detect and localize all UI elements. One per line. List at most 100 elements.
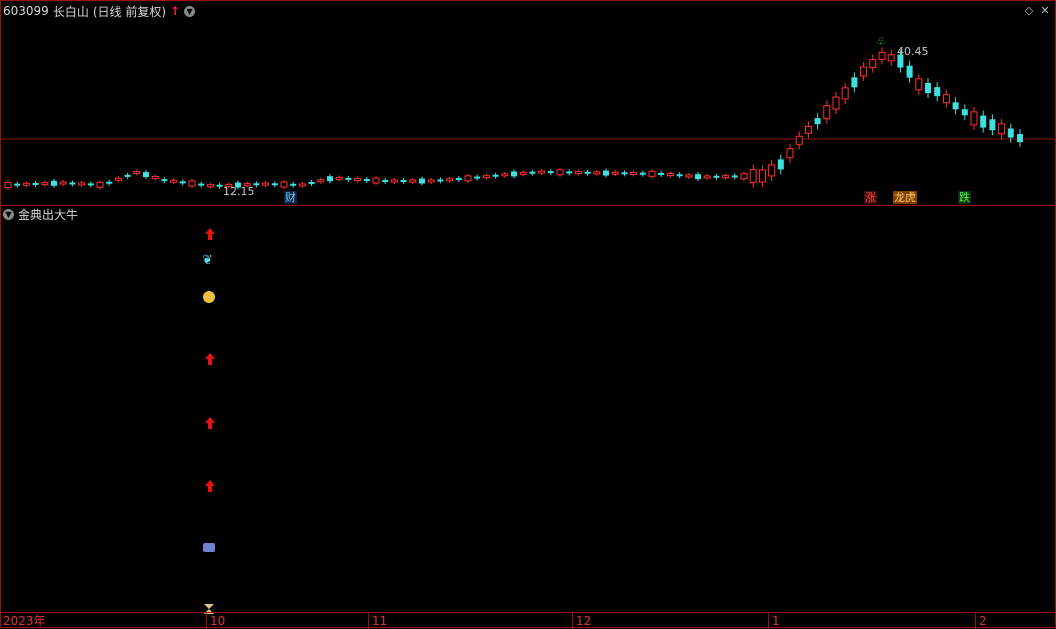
up-arrow-icon <box>205 480 215 492</box>
kline-chart: ❦♧ <box>0 35 1056 614</box>
candle-body <box>731 175 738 178</box>
candle-body <box>419 178 425 184</box>
up-arrow-icon <box>205 417 215 429</box>
candle-body <box>925 83 931 93</box>
candle-body <box>290 183 297 186</box>
candle-body <box>363 179 370 182</box>
candle-body <box>446 178 454 182</box>
candle-body <box>777 159 784 170</box>
candle-body <box>400 180 407 182</box>
candle-body <box>869 59 877 69</box>
candle-body <box>59 181 67 185</box>
candle-body <box>51 180 57 186</box>
axis-label-12: 12 <box>572 613 591 629</box>
candle-body <box>317 179 325 183</box>
candle-body <box>666 173 674 177</box>
candle-body <box>593 171 601 175</box>
candle-body <box>648 170 656 177</box>
candle-body <box>78 182 86 186</box>
candle-body <box>382 180 389 182</box>
candle-body <box>942 94 950 104</box>
candle-body <box>492 174 499 177</box>
candle-body <box>511 171 517 177</box>
candle-body <box>749 169 757 184</box>
candle-body <box>630 172 638 176</box>
candle-body <box>970 111 978 126</box>
candle-body <box>69 182 76 185</box>
candle-body <box>980 115 987 128</box>
signal-icon: ♧ <box>876 35 886 48</box>
candle-body <box>758 169 766 183</box>
up-arrow-icon <box>205 228 215 240</box>
candle-body <box>335 176 343 180</box>
candle-body <box>427 179 435 183</box>
candle-body <box>621 172 628 175</box>
candle-body <box>989 119 996 131</box>
candle-body <box>703 175 711 179</box>
candle-body <box>878 51 886 60</box>
cup-icon <box>203 543 215 552</box>
candle-body <box>529 171 536 174</box>
candle-body <box>87 183 94 186</box>
candle-body <box>998 123 1006 135</box>
event-die[interactable]: 跌 <box>958 191 971 204</box>
up-arrow-icon <box>205 353 215 365</box>
candle-body <box>170 179 178 183</box>
candle-body <box>740 173 748 180</box>
candle-body <box>538 170 546 174</box>
butterfly-icon: ❦ <box>202 253 213 268</box>
candle-body <box>823 105 831 120</box>
candle-body <box>464 175 472 182</box>
candle-body <box>915 78 923 91</box>
candle-body <box>851 77 858 88</box>
candle-body <box>584 171 591 174</box>
candle-body <box>188 180 196 187</box>
candle-body <box>658 172 665 175</box>
axis-label-10: 10 <box>206 613 225 629</box>
candle-body <box>354 177 362 181</box>
time-axis: 2023年 10 11 12 1 2 <box>0 612 1056 629</box>
candle-body <box>372 177 380 184</box>
candle-body <box>22 182 30 186</box>
candle-body <box>722 175 730 179</box>
candle-body <box>860 66 868 77</box>
candle-body <box>676 174 683 177</box>
candle-body <box>934 87 941 97</box>
candle-body <box>566 171 573 174</box>
candle-body <box>804 125 812 134</box>
candle-body <box>4 182 12 188</box>
axis-label-2023: 2023年 <box>3 614 46 628</box>
candle-body <box>14 183 21 186</box>
chevron-down-icon[interactable]: ▼ <box>3 208 14 220</box>
event-zhang[interactable]: 涨 <box>864 191 877 204</box>
candle-body <box>280 181 288 188</box>
candle-body <box>455 178 462 181</box>
candle-body <box>961 109 968 116</box>
indicator-name[interactable]: 金典出大牛 <box>18 206 78 223</box>
event-cai[interactable]: 财 <box>284 191 297 204</box>
candle-body <box>814 118 821 125</box>
candle-body <box>298 183 306 187</box>
candle-body <box>143 172 149 178</box>
candle-body <box>832 96 840 110</box>
event-longhu[interactable]: 龙虎 <box>893 191 917 204</box>
candle-body <box>685 174 693 178</box>
candle-body <box>114 177 122 181</box>
candle-body <box>786 148 794 159</box>
axis-label-2: 2 <box>975 613 987 629</box>
candle-body <box>124 174 131 177</box>
candle-body <box>327 176 333 182</box>
candle-body <box>390 179 398 183</box>
candle-body <box>474 176 481 179</box>
candle-body <box>482 175 490 179</box>
candle-body <box>887 54 895 62</box>
candle-body <box>603 170 609 176</box>
candle-body <box>795 135 803 145</box>
candle-body <box>639 172 646 175</box>
candle-body <box>437 179 444 182</box>
candle-body <box>713 175 720 178</box>
candle-body <box>198 183 205 186</box>
candle-body <box>32 182 39 185</box>
candle-body <box>133 170 141 174</box>
candle-body <box>556 169 564 176</box>
